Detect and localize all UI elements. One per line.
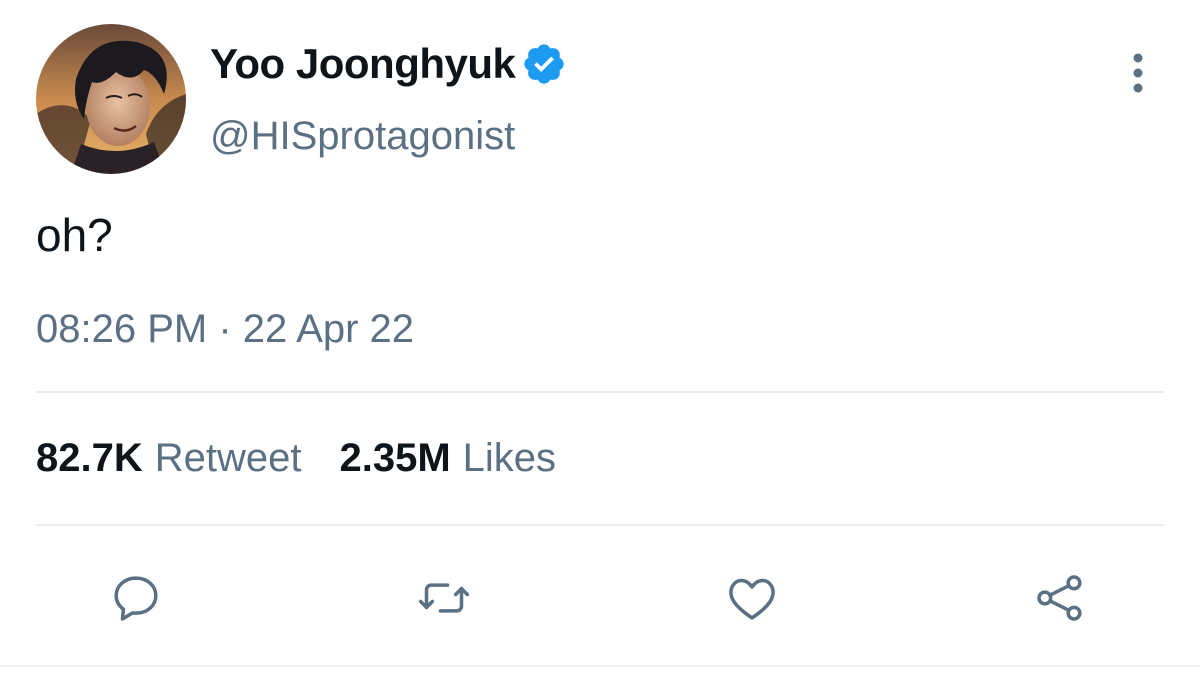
avatar[interactable] [36, 24, 186, 174]
timestamp-separator: · [218, 307, 232, 351]
retweet-label: Retweet [154, 436, 302, 480]
divider [36, 524, 1164, 526]
verified-badge-icon [521, 41, 567, 87]
retweet-stat[interactable]: 82.7K Retweet [36, 436, 302, 481]
display-name[interactable]: Yoo Joonghyuk [210, 40, 516, 88]
retweet-icon[interactable] [416, 570, 472, 626]
likes-stat[interactable]: 2.35M Likes [340, 436, 557, 481]
divider [36, 391, 1164, 393]
retweet-count: 82.7K [36, 436, 143, 480]
tweet-text: oh? [36, 209, 113, 261]
tweet-time: 08:26 PM [36, 307, 208, 351]
user-handle[interactable]: @HISprotagonist [210, 114, 515, 159]
share-icon[interactable] [1032, 570, 1088, 626]
bottom-divider [0, 665, 1200, 667]
timestamp[interactable]: 08:26 PM · 22 Apr 22 [36, 307, 414, 352]
more-vertical-icon[interactable] [1118, 50, 1158, 96]
reply-icon[interactable] [108, 570, 164, 626]
likes-label: Likes [462, 436, 557, 480]
heart-icon[interactable] [724, 570, 780, 626]
display-name-row[interactable]: Yoo Joonghyuk [210, 40, 567, 88]
avatar-image [36, 24, 186, 174]
likes-count: 2.35M [339, 436, 451, 480]
tweet-date: 22 Apr 22 [242, 307, 415, 351]
tweet-stats: 82.7K Retweet 2.35M Likes [36, 436, 556, 481]
